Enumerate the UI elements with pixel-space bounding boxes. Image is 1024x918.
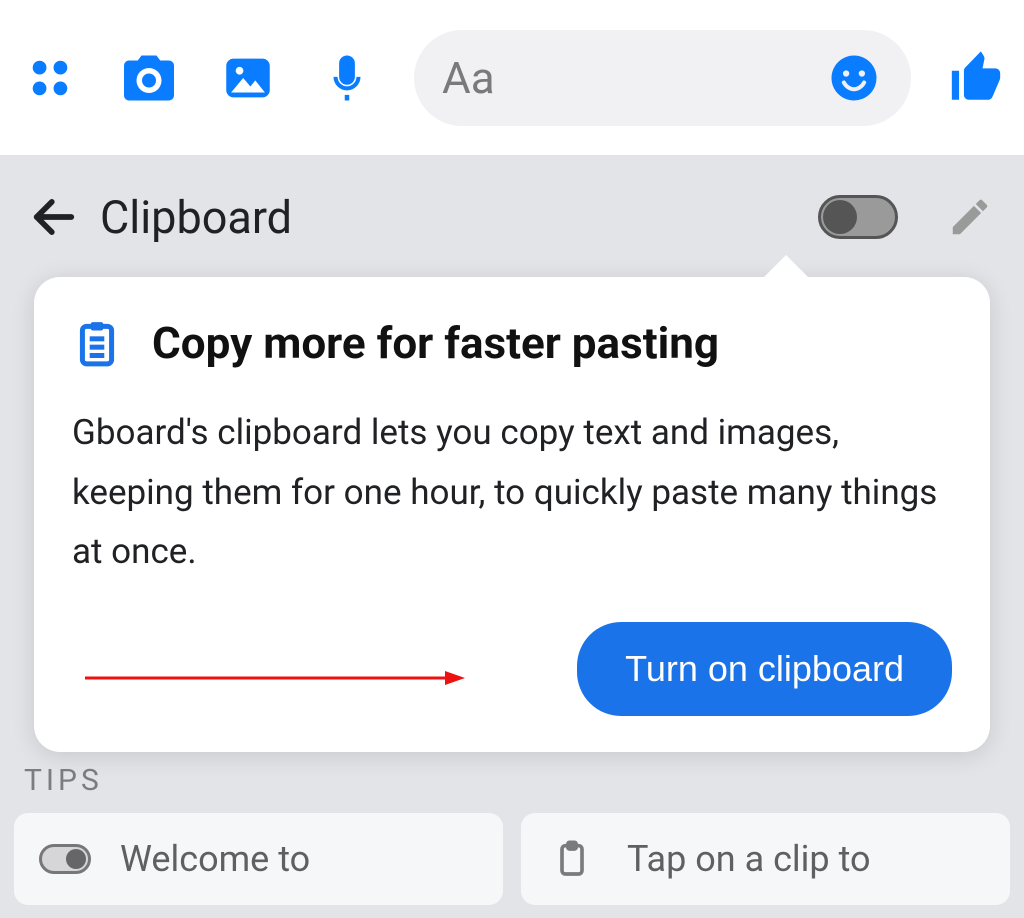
clipboard-title: Clipboard xyxy=(100,191,804,244)
tip-text: Welcome to xyxy=(120,838,310,880)
back-button[interactable] xyxy=(22,185,86,249)
clipboard-header: Clipboard xyxy=(0,165,1024,269)
tip-text: Tap on a clip to xyxy=(627,838,871,880)
message-placeholder: Aa xyxy=(442,52,813,104)
clipboard-icon xyxy=(72,318,122,368)
popover-heading: Copy more for faster pasting xyxy=(152,317,719,369)
toggle-icon xyxy=(36,837,94,881)
camera-icon[interactable] xyxy=(117,46,181,110)
clipboard-outline-icon xyxy=(543,837,601,881)
apps-icon[interactable] xyxy=(18,46,82,110)
clipboard-onboarding-popover: Copy more for faster pasting Gboard's cl… xyxy=(34,277,990,752)
edit-icon[interactable] xyxy=(938,185,1002,249)
tips-row: Welcome to Tap on a clip to xyxy=(14,813,1010,905)
popover-body: Gboard's clipboard lets you copy text an… xyxy=(72,403,952,582)
keyboard-clipboard-panel: Clipboard Copy more for faster pasting G… xyxy=(0,155,1024,918)
turn-on-clipboard-button[interactable]: Turn on clipboard xyxy=(577,622,952,716)
thumbs-up-icon[interactable] xyxy=(946,48,1006,108)
tip-card[interactable]: Tap on a clip to xyxy=(521,813,1010,905)
emoji-icon[interactable] xyxy=(825,49,883,107)
gallery-icon[interactable] xyxy=(216,46,280,110)
chat-input-bar: Aa xyxy=(0,0,1024,155)
microphone-icon[interactable] xyxy=(315,46,379,110)
tip-card[interactable]: Welcome to xyxy=(14,813,503,905)
clipboard-toggle[interactable] xyxy=(818,195,898,239)
tips-section-label: TIPS xyxy=(24,763,103,798)
message-input[interactable]: Aa xyxy=(414,30,911,126)
